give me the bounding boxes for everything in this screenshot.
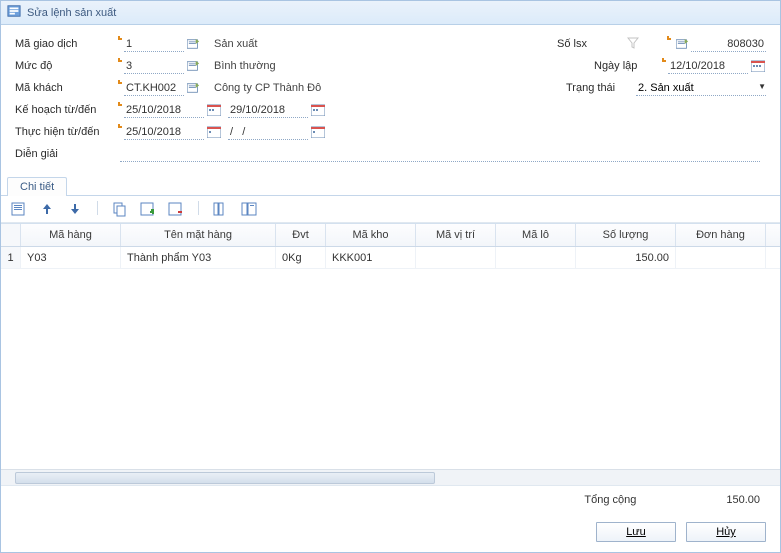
grid-toolbar [1, 196, 780, 223]
tabs: Chi tiết [1, 177, 780, 196]
label-customer: Mã khách [15, 82, 120, 94]
required-tick [118, 58, 122, 62]
required-tick [118, 36, 122, 40]
horizontal-scrollbar[interactable] [1, 469, 780, 485]
grid-header: Mã hàng Tên mặt hàng Đvt Mã kho Mã vị tr… [1, 224, 780, 247]
cell-idx: 1 [1, 247, 21, 268]
totals-row: Tổng cộng 150.00 [1, 485, 780, 514]
issue-date-input[interactable] [668, 58, 748, 74]
col-code[interactable]: Mã hàng [21, 224, 121, 246]
calendar-icon[interactable] [310, 103, 326, 117]
col-qty[interactable]: Số lượng [576, 224, 676, 246]
col-wh[interactable]: Mã kho [326, 224, 416, 246]
layout-icon[interactable] [241, 201, 257, 217]
copy-icon[interactable] [112, 201, 128, 217]
grid-body[interactable]: 1 Y03 Thành phẩm Y03 0Kg KKK001 150.00 [1, 247, 780, 469]
lookup-icon[interactable] [186, 59, 202, 73]
form-area: Mã giao dịch Sản xuất Số lsx Mức độ [1, 25, 780, 171]
arrow-down-icon[interactable] [67, 201, 83, 217]
scroll-thumb[interactable] [15, 472, 435, 484]
calendar-icon[interactable] [206, 125, 222, 139]
cell-qty[interactable]: 150.00 [576, 247, 676, 268]
cancel-button[interactable]: Hủy [686, 522, 766, 542]
col-idx [1, 224, 21, 246]
lookup-icon[interactable] [186, 37, 202, 51]
col-loc[interactable]: Mã vị trí [416, 224, 496, 246]
divider [97, 201, 98, 215]
totals-label: Tổng cộng [584, 494, 636, 506]
save-button[interactable]: Lưu [596, 522, 676, 542]
customer-code-input[interactable] [124, 80, 184, 96]
cell-code[interactable]: Y03 [21, 247, 121, 268]
app-icon [7, 4, 21, 21]
col-lot[interactable]: Mã lô [496, 224, 576, 246]
grid-remove-icon[interactable] [168, 201, 184, 217]
required-tick [667, 36, 671, 40]
production-order-window: Sửa lệnh sản xuất Mã giao dịch Sản xuất … [0, 0, 781, 553]
status-dropdown[interactable] [636, 80, 766, 96]
totals-qty: 150.00 [726, 494, 760, 506]
col-order[interactable]: Đơn hàng [676, 224, 766, 246]
detail-grid: Mã hàng Tên mặt hàng Đvt Mã kho Mã vị tr… [1, 223, 780, 485]
customer-name: Công ty CP Thành Đô [214, 82, 321, 94]
order-no-input[interactable] [691, 36, 766, 52]
exec-to-input[interactable] [228, 124, 308, 140]
tab-detail[interactable]: Chi tiết [7, 177, 67, 196]
required-tick [118, 102, 122, 106]
cell-name[interactable]: Thành phẩm Y03 [121, 247, 276, 268]
desc-input[interactable] [120, 146, 760, 162]
trans-name: Sản xuất [214, 38, 257, 50]
calendar-icon[interactable] [310, 125, 326, 139]
footer: Lưu Hủy [1, 514, 780, 552]
divider [198, 201, 199, 215]
columns-icon[interactable] [213, 201, 229, 217]
plan-from-input[interactable] [124, 102, 204, 118]
label-status: Trạng thái [566, 82, 636, 94]
cell-unit[interactable]: 0Kg [276, 247, 326, 268]
label-level: Mức độ [15, 60, 120, 72]
grid-btn-new[interactable] [11, 201, 27, 217]
cell-wh[interactable]: KKK001 [326, 247, 416, 268]
grid-add-icon[interactable] [140, 201, 156, 217]
label-trans: Mã giao dịch [15, 38, 120, 50]
calendar-icon[interactable] [206, 103, 222, 117]
col-name[interactable]: Tên mặt hàng [121, 224, 276, 246]
required-tick [118, 124, 122, 128]
cell-lot[interactable] [496, 247, 576, 268]
label-order-no: Số lsx [557, 38, 627, 50]
lookup-icon[interactable] [186, 81, 202, 95]
calendar-icon[interactable] [750, 59, 766, 73]
label-plan: Kế hoạch từ/đến [15, 104, 120, 116]
label-exec: Thực hiện từ/đến [15, 126, 120, 138]
cell-loc[interactable] [416, 247, 496, 268]
lookup-icon[interactable] [675, 37, 691, 51]
titlebar: Sửa lệnh sản xuất [1, 1, 780, 25]
level-name: Bình thường [214, 60, 276, 72]
table-row[interactable]: 1 Y03 Thành phẩm Y03 0Kg KKK001 150.00 [1, 247, 780, 269]
funnel-icon[interactable] [627, 37, 639, 52]
label-issue-date: Ngày lập [594, 60, 664, 72]
arrow-up-icon[interactable] [39, 201, 55, 217]
window-title: Sửa lệnh sản xuất [27, 7, 116, 19]
col-unit[interactable]: Đvt [276, 224, 326, 246]
required-tick [118, 80, 122, 84]
exec-from-input[interactable] [124, 124, 204, 140]
cell-order[interactable] [676, 247, 766, 268]
trans-code-input[interactable] [124, 36, 184, 52]
required-tick [662, 58, 666, 62]
label-desc: Diễn giải [15, 148, 120, 160]
plan-to-input[interactable] [228, 102, 308, 118]
level-code-input[interactable] [124, 58, 184, 74]
